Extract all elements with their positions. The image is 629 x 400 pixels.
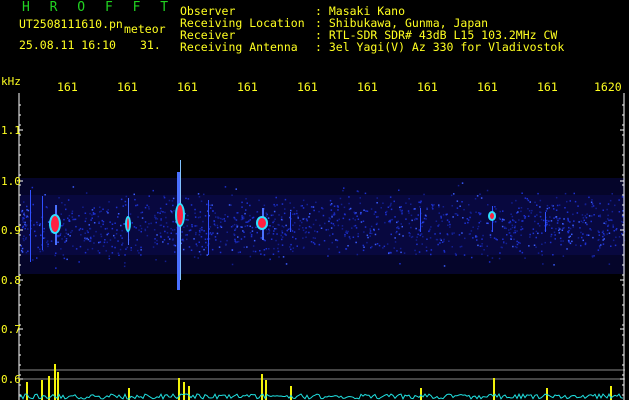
time-tick-label: 161 bbox=[117, 80, 138, 94]
time-tick-label: 161 bbox=[477, 80, 498, 94]
info-label-antenna: Receiving Antenna bbox=[180, 40, 298, 54]
freq-axis-label: 0.9 bbox=[1, 224, 21, 237]
signal-level-baseline bbox=[19, 392, 624, 400]
freq-axis-label: 1.0 bbox=[1, 175, 21, 188]
time-tick-label: 161 bbox=[357, 80, 378, 94]
freq-axis-label: 1.1 bbox=[1, 124, 21, 137]
freq-axis-label: 0.6 bbox=[1, 373, 21, 386]
info-value-antenna: : 3el Yagi(V) Az 330 for Vladivostok bbox=[315, 40, 565, 54]
spectrogram-plot bbox=[18, 93, 626, 400]
meteor-label: meteor bbox=[124, 22, 166, 36]
time-tick-label: 161 bbox=[177, 80, 198, 94]
time-tick-label: 1620 bbox=[594, 80, 622, 94]
time-tick-label: 161 bbox=[537, 80, 558, 94]
meteor-count: 31. bbox=[140, 38, 161, 52]
hrofft-title: H R O F F T bbox=[22, 0, 175, 15]
time-tick-label: 161 bbox=[417, 80, 438, 94]
time-tick-label: 161 bbox=[57, 80, 78, 94]
time-tick-label: 161 bbox=[297, 80, 318, 94]
freq-axis-label: 0.8 bbox=[1, 274, 21, 287]
freq-axis-label: 0.7 bbox=[1, 323, 21, 336]
waterfall-background bbox=[20, 178, 625, 274]
observation-timestamp: 25.08.11 16:10 bbox=[19, 38, 116, 52]
freq-axis-unit: kHz bbox=[1, 75, 21, 88]
image-filename: UT2508111610.pn bbox=[19, 17, 123, 31]
time-tick-label: 161 bbox=[237, 80, 258, 94]
reference-lines bbox=[20, 369, 625, 380]
